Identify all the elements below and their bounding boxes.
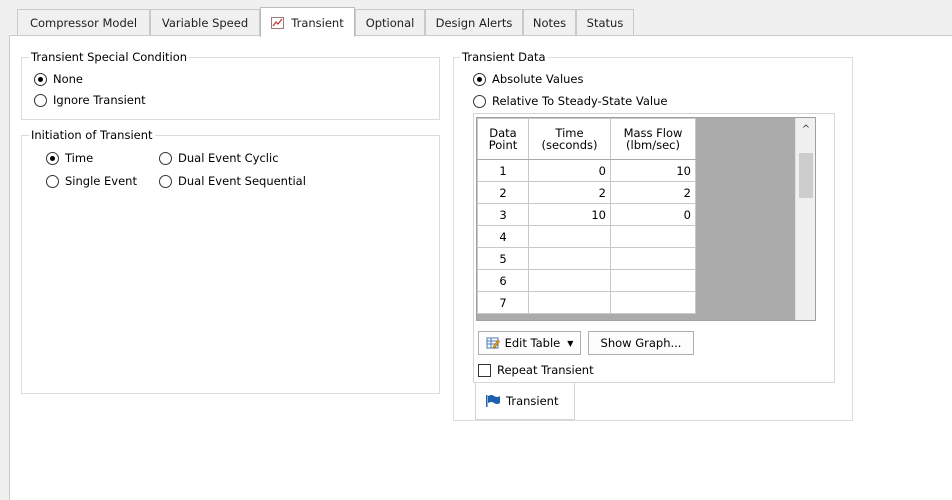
tab-transient[interactable]: Transient — [260, 7, 355, 37]
mass-flow-cell[interactable] — [610, 291, 696, 314]
tab-status[interactable]: Status — [576, 9, 634, 35]
radio-button — [34, 93, 47, 107]
mass-flow-cell[interactable] — [610, 269, 696, 292]
tab-label: Variable Speed — [161, 15, 249, 30]
radio-absolute-values[interactable]: Absolute Values — [473, 72, 584, 86]
time-cell[interactable]: 0 — [528, 159, 611, 182]
transient-data-grid[interactable]: Data Point Time (seconds) Mass Flow (lbm… — [476, 117, 816, 321]
radio-label: Relative To Steady-State Value — [492, 94, 668, 108]
tab-label: Status — [586, 15, 624, 30]
show-graph-button[interactable]: Show Graph... — [588, 331, 694, 355]
radio-relative-to-steady-state[interactable]: Relative To Steady-State Value — [473, 94, 667, 108]
time-cell[interactable] — [528, 269, 611, 292]
checkbox — [478, 363, 491, 377]
tab-label: Transient — [291, 15, 344, 30]
scrollbar-thumb[interactable] — [799, 153, 813, 198]
dropdown-arrow-icon: ▼ — [567, 338, 574, 348]
tab-label: Optional — [365, 15, 415, 30]
radio-button — [34, 72, 47, 86]
header-line: Point — [488, 138, 518, 152]
table-row: 1 0 10 — [477, 159, 696, 182]
row-number[interactable]: 7 — [477, 291, 529, 314]
subtab-transient[interactable]: Transient — [475, 383, 575, 420]
initiation-title: Initiation of Transient — [29, 128, 155, 142]
column-header-time[interactable]: Time (seconds) — [528, 118, 611, 160]
edit-table-label: Edit Table — [504, 336, 561, 350]
radio-label: Dual Event Cyclic — [178, 151, 279, 165]
row-number[interactable]: 5 — [477, 247, 529, 270]
time-cell[interactable]: 10 — [528, 203, 611, 226]
show-graph-label: Show Graph... — [600, 336, 682, 350]
time-cell[interactable] — [528, 291, 611, 314]
row-number[interactable]: 1 — [477, 159, 529, 182]
row-number[interactable]: 2 — [477, 181, 529, 204]
table-row: 2 2 2 — [477, 181, 696, 204]
radio-label: Time — [65, 151, 94, 165]
special-condition-group — [21, 57, 440, 120]
radio-label: Ignore Transient — [53, 93, 146, 107]
row-number[interactable]: 6 — [477, 269, 529, 292]
row-number[interactable]: 4 — [477, 225, 529, 248]
radio-label: Single Event — [65, 174, 137, 188]
radio-dual-event-sequential[interactable]: Dual Event Sequential — [159, 174, 306, 188]
tab-label: Notes — [532, 15, 567, 30]
row-number[interactable]: 3 — [477, 203, 529, 226]
table-row: 4 — [477, 225, 696, 248]
tab-design-alerts[interactable]: Design Alerts — [425, 9, 523, 35]
radio-dual-event-cyclic[interactable]: Dual Event Cyclic — [159, 151, 279, 165]
vertical-scrollbar[interactable]: ^ — [795, 118, 815, 320]
chevron-up-icon[interactable]: ^ — [796, 124, 815, 135]
data-table: Data Point Time (seconds) Mass Flow (lbm… — [477, 118, 696, 314]
time-cell[interactable] — [528, 247, 611, 270]
radio-button — [159, 151, 172, 165]
radio-button — [46, 174, 59, 188]
mass-flow-cell[interactable] — [610, 247, 696, 270]
radio-ignore-transient[interactable]: Ignore Transient — [34, 93, 146, 107]
table-row: 3 10 0 — [477, 203, 696, 226]
radio-single-event[interactable]: Single Event — [46, 174, 137, 188]
tab-label: Compressor Model — [29, 15, 138, 30]
table-header-row: Data Point Time (seconds) Mass Flow (lbm… — [477, 118, 696, 160]
subtab-label: Transient — [506, 394, 559, 408]
tab-notes[interactable]: Notes — [523, 9, 576, 35]
mass-flow-cell[interactable] — [610, 225, 696, 248]
edit-table-icon — [486, 337, 500, 349]
radio-label: Absolute Values — [492, 72, 584, 86]
mass-flow-cell[interactable]: 0 — [610, 203, 696, 226]
radio-button — [473, 94, 486, 108]
mass-flow-cell[interactable]: 2 — [610, 181, 696, 204]
radio-none[interactable]: None — [34, 72, 83, 86]
radio-label: None — [53, 72, 84, 86]
radio-label: Dual Event Sequential — [178, 174, 306, 188]
column-header-data-point[interactable]: Data Point — [477, 118, 529, 160]
radio-button — [46, 151, 59, 165]
flag-icon — [486, 395, 500, 407]
table-row: 6 — [477, 269, 696, 292]
tab-optional[interactable]: Optional — [355, 9, 425, 35]
tab-label: Design Alerts — [435, 15, 513, 30]
header-line: (seconds) — [541, 138, 598, 152]
repeat-transient-checkbox[interactable]: Repeat Transient — [478, 363, 594, 377]
checkbox-label: Repeat Transient — [497, 363, 594, 377]
tab-variable-speed[interactable]: Variable Speed — [150, 9, 260, 35]
special-condition-title: Transient Special Condition — [29, 50, 190, 64]
transient-data-title: Transient Data — [460, 50, 548, 64]
mass-flow-cell[interactable]: 10 — [610, 159, 696, 182]
time-cell[interactable] — [528, 225, 611, 248]
header-line: (lbm/sec) — [626, 138, 680, 152]
radio-button — [473, 72, 486, 86]
time-cell[interactable]: 2 — [528, 181, 611, 204]
edit-table-button[interactable]: Edit Table ▼ — [478, 331, 581, 355]
radio-time[interactable]: Time — [46, 151, 93, 165]
table-row: 5 — [477, 247, 696, 270]
column-header-mass-flow[interactable]: Mass Flow (lbm/sec) — [610, 118, 696, 160]
tab-compressor-model[interactable]: Compressor Model — [17, 9, 150, 35]
table-row: 7 — [477, 291, 696, 314]
chart-icon — [271, 16, 285, 29]
radio-button — [159, 174, 172, 188]
